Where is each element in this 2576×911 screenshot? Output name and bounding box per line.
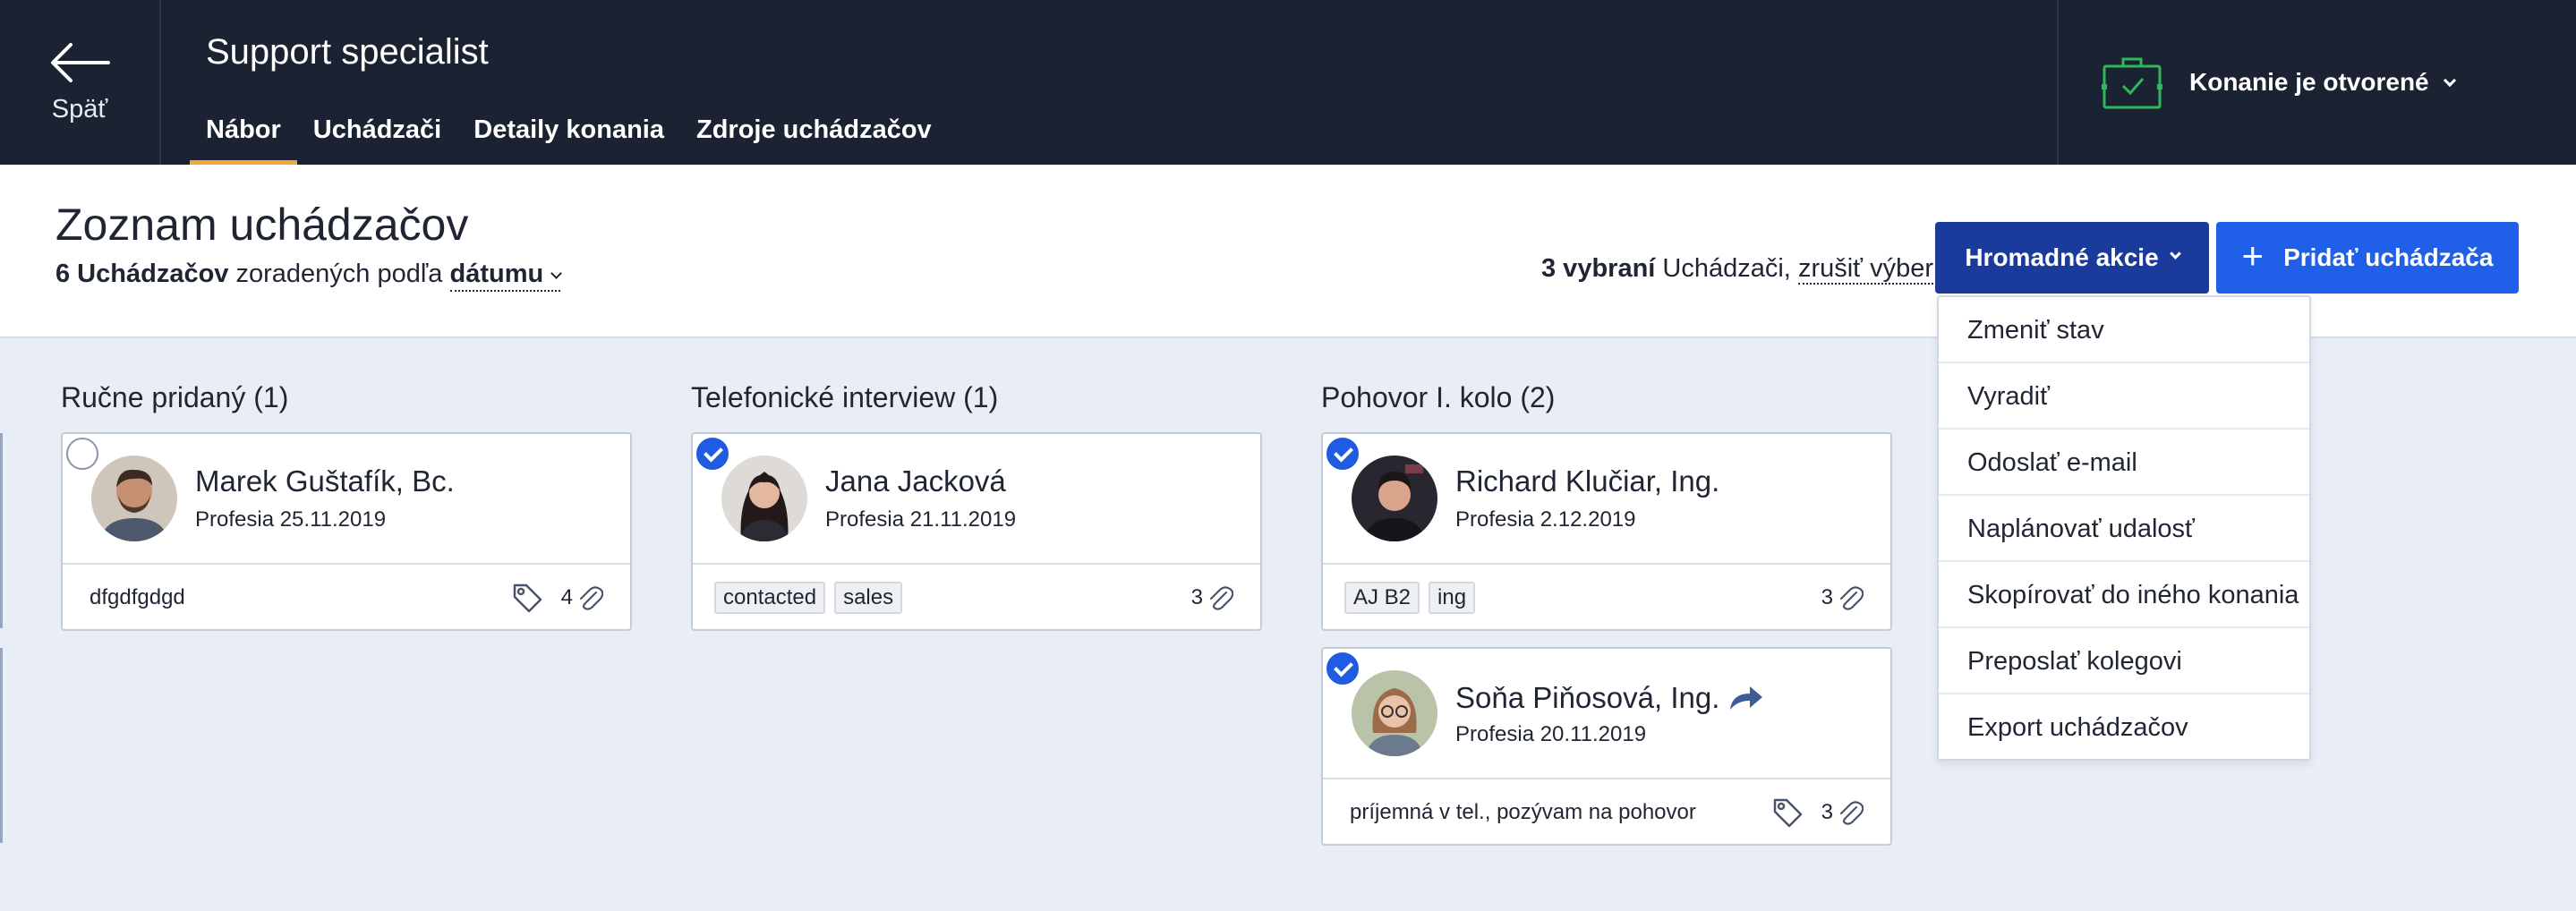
avatar (1352, 670, 1437, 756)
process-status-dropdown[interactable]: Konanie je otvorené (2057, 0, 2576, 165)
candidate-card[interactable]: Soňa Piňosová, Ing. Profesia 20.11.2019 … (1321, 647, 1892, 846)
cancel-selection-link[interactable]: zrušiť výber (1797, 254, 1934, 285)
attachment-count: 3 (1821, 585, 1833, 609)
add-candidate-button[interactable]: + Pridať uchádzača (2216, 222, 2519, 294)
plus-icon: + (2241, 234, 2265, 277)
candidate-source: Profesia 2.12.2019 (1455, 507, 1636, 532)
menu-item-schedule-event[interactable]: Naplánovať udalosť (1939, 496, 2309, 562)
column-title: Ručne pridaný (1) (61, 381, 289, 413)
paperclip-icon (1839, 801, 1864, 825)
menu-item-export[interactable]: Export uchádzačov (1939, 694, 2309, 761)
menu-item-copy-to-process[interactable]: Skopírovať do iného konania (1939, 562, 2309, 628)
candidate-count-summary: 6 Uchádzačov zoradených podľa dátumu (55, 260, 563, 292)
page-title: Zoznam uchádzačov (55, 200, 469, 250)
menu-item-change-status[interactable]: Zmeniť stav (1939, 297, 2309, 363)
briefcase-check-icon (2102, 57, 2162, 109)
attachment-count: 4 (560, 585, 573, 609)
forward-share-icon (1730, 686, 1763, 710)
selected-count: 3 vybraní (1541, 254, 1656, 283)
back-label: Späť (51, 94, 108, 123)
candidate-name[interactable]: Jana Jacková (825, 464, 1006, 498)
tab-zdroje-uchadzacov[interactable]: Zdroje uchádzačov (680, 107, 948, 165)
candidate-card[interactable]: Richard Klučiar, Ing. Profesia 2.12.2019… (1321, 432, 1892, 631)
candidate-card[interactable]: Marek Guštafík, Bc. Profesia 25.11.2019 … (61, 432, 632, 631)
process-status-label: Konanie je otvorené (2189, 68, 2456, 97)
candidate-select-checkbox[interactable] (1326, 652, 1359, 685)
candidate-name[interactable]: Richard Klučiar, Ing. (1455, 464, 1719, 498)
candidate-tag: ing (1429, 582, 1476, 614)
selected-suffix: Uchádzači, (1662, 254, 1791, 283)
candidate-name[interactable]: Soňa Piňosová, Ing. (1455, 679, 1764, 715)
bulk-actions-button[interactable]: Hromadné akcie (1935, 222, 2209, 294)
candidate-select-checkbox[interactable] (66, 438, 98, 470)
candidate-source: Profesia 20.11.2019 (1455, 722, 1647, 746)
chevron-down-icon (2169, 247, 2181, 260)
selection-summary: 3 vybraní Uchádzači, zrušiť výber (1541, 254, 1934, 285)
candidate-note: príjemná v tel., pozývam na pohovor (1350, 800, 1696, 824)
candidate-select-checkbox[interactable] (1326, 438, 1359, 470)
paperclip-icon (1209, 586, 1233, 610)
menu-item-forward-colleague[interactable]: Preposlať kolegovi (1939, 628, 2309, 694)
top-bar: Späť Support specialist Nábor Uchádzači … (0, 0, 2576, 165)
arrow-left-icon (51, 42, 110, 82)
column-title: Telefonické interview (1) (691, 381, 999, 413)
tag-icon[interactable] (511, 582, 543, 614)
candidate-tag: sales (834, 582, 903, 614)
chevron-down-icon (2443, 73, 2456, 88)
job-title: Support specialist (206, 32, 489, 72)
tab-uchadzaci[interactable]: Uchádzači (297, 107, 457, 165)
paperclip-icon (1839, 586, 1864, 610)
tab-bar: Nábor Uchádzači Detaily konania Zdroje u… (190, 107, 948, 165)
paperclip-icon (579, 586, 603, 610)
candidate-source: Profesia 25.11.2019 (195, 507, 387, 532)
candidate-card[interactable]: Jana Jacková Profesia 21.11.2019 contact… (691, 432, 1262, 631)
chevron-down-icon (550, 268, 563, 279)
bulk-actions-menu: Zmeniť stav Vyradiť Odoslať e-mail Naplá… (1937, 295, 2311, 761)
avatar (721, 456, 807, 541)
avatar (1352, 456, 1437, 541)
candidate-select-checkbox[interactable] (696, 438, 729, 470)
attachment-count: 3 (1821, 800, 1833, 824)
column-title: Pohovor I. kolo (2) (1321, 381, 1556, 413)
board-scroll-edge (0, 648, 3, 843)
candidate-tag: AJ B2 (1344, 582, 1420, 614)
candidate-tag: contacted (714, 582, 826, 614)
avatar (91, 456, 177, 541)
back-button[interactable]: Späť (0, 0, 161, 165)
sort-dropdown[interactable]: dátumu (449, 260, 563, 292)
attachment-count: 3 (1190, 585, 1203, 609)
menu-item-reject[interactable]: Vyradiť (1939, 363, 2309, 430)
menu-item-send-email[interactable]: Odoslať e-mail (1939, 430, 2309, 496)
sort-text: zoradených podľa (235, 260, 443, 288)
candidate-name[interactable]: Marek Guštafík, Bc. (195, 464, 455, 498)
tab-detaily-konania[interactable]: Detaily konania (457, 107, 680, 165)
candidate-count: 6 Uchádzačov (55, 260, 229, 288)
tab-nabor[interactable]: Nábor (190, 107, 297, 165)
candidate-note: dfgdfgdgd (90, 585, 185, 609)
board-scroll-edge (0, 433, 3, 628)
tag-icon[interactable] (1771, 796, 1804, 829)
candidate-source: Profesia 21.11.2019 (825, 507, 1017, 532)
